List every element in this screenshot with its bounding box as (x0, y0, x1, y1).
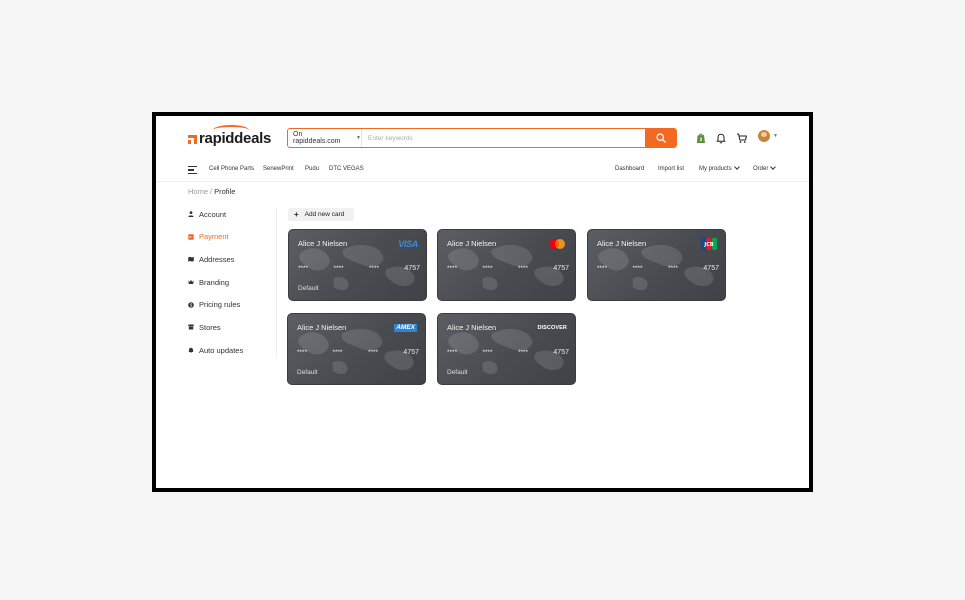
card-number: **** **** **** 4757 (597, 265, 719, 272)
sidebar-item-account[interactable]: Account (188, 208, 273, 220)
cart-icon[interactable] (736, 132, 748, 144)
device-frame: rapiddeals On rapiddeals.com▼ ▼ (152, 112, 813, 492)
card-holder-name: Alice J Nielsen (298, 239, 348, 248)
logo[interactable]: rapiddeals (188, 125, 271, 147)
top-header: rapiddeals On rapiddeals.com▼ ▼ (156, 116, 809, 160)
card-holder-name: Alice J Nielsen (297, 323, 347, 332)
payment-card[interactable]: Alice J Nielsen DISCOVER **** **** **** 475… (437, 313, 576, 385)
card-holder-name: Alice J Nielsen (447, 323, 497, 332)
user-icon (188, 211, 194, 217)
sidebar-item-addresses[interactable]: Addresses (188, 253, 273, 265)
breadcrumb: Home / Profile (188, 187, 235, 196)
search-input[interactable] (362, 129, 645, 147)
default-label: Default (298, 285, 319, 292)
caret-down-icon: ▼ (356, 135, 361, 141)
jcb-logo-icon: JCB (691, 238, 717, 250)
chevron-down-icon (733, 164, 740, 170)
map-icon (188, 257, 194, 262)
logo-mark-icon (188, 135, 197, 144)
card-number: **** **** **** 4757 (447, 349, 569, 356)
sidebar-item-branding[interactable]: Branding (188, 276, 273, 288)
sidebar-item-pricing-rules[interactable]: $ Pricing rules (188, 299, 273, 311)
breadcrumb-separator: / (210, 187, 213, 196)
breadcrumb-current: Profile (214, 187, 236, 196)
card-number: **** **** **** 4757 (298, 265, 420, 272)
search-bar: On rapiddeals.com ▼ (287, 128, 677, 148)
shopify-icon[interactable] (695, 132, 707, 144)
card-holder-name: Alice J Nielsen (597, 239, 647, 248)
add-new-card-button[interactable]: + Add new card (288, 208, 354, 221)
payment-card[interactable]: Alice J Nielsen VISA **** **** **** 4757 De… (288, 229, 427, 301)
nav-link-import-list[interactable]: Import list (658, 166, 684, 172)
nav-link-order[interactable]: Order (753, 164, 777, 172)
amex-logo-icon: AMEX (394, 324, 417, 332)
search-button[interactable] (645, 129, 676, 147)
payment-icon (188, 233, 194, 240)
card-number: **** **** **** 4757 (447, 265, 569, 272)
nav-bar: Cell Phone Parts SenewPrint Pudu DTC VEG… (156, 160, 809, 182)
default-label: Default (447, 369, 468, 376)
nav-link-dtc-vegas[interactable]: DTC VEGAS (329, 166, 364, 172)
payment-card[interactable]: Alice J Nielsen AMEX **** **** **** 4757 De… (287, 313, 426, 385)
nav-link-cell-phone-parts[interactable]: Cell Phone Parts (209, 166, 254, 172)
nav-link-my-products[interactable]: My products (699, 164, 740, 172)
nav-link-dashboard[interactable]: Dashboard (615, 166, 644, 172)
default-label: Default (297, 369, 318, 376)
plus-icon: + (294, 210, 299, 219)
sidebar-item-payment[interactable]: Payment (188, 231, 273, 243)
search-scope-select[interactable]: On rapiddeals.com ▼ (288, 129, 362, 147)
hamburger-menu-icon[interactable] (188, 166, 197, 174)
app-window: rapiddeals On rapiddeals.com▼ ▼ (156, 116, 809, 488)
svg-text:JCB: JCB (703, 242, 714, 248)
payment-card[interactable]: Alice J Nielsen JCB **** **** **** 4757 (587, 229, 726, 301)
bell-icon (188, 347, 194, 354)
card-number: **** **** **** 4757 (297, 349, 419, 356)
svg-text:$: $ (190, 302, 193, 308)
nav-link-pudu[interactable]: Pudu (305, 166, 319, 172)
user-menu[interactable]: ▼ (758, 130, 778, 142)
breadcrumb-home[interactable]: Home (188, 187, 208, 196)
avatar (758, 130, 770, 142)
store-icon (188, 324, 194, 330)
crown-icon (188, 279, 194, 285)
search-icon (655, 133, 666, 143)
sidebar-item-stores[interactable]: Stores (188, 321, 273, 333)
caret-down-icon: ▼ (773, 133, 778, 139)
discover-logo-icon: DISCOVER (537, 325, 567, 331)
bell-icon[interactable] (715, 132, 727, 144)
visa-logo-icon: VISA (398, 239, 418, 249)
sidebar-divider (276, 208, 277, 358)
mastercard-logo-icon (541, 238, 567, 250)
logo-text: rapiddeals (199, 125, 271, 147)
profile-sidebar: Account Payment Addresses Branding $ Pri… (188, 208, 273, 367)
card-holder-name: Alice J Nielsen (447, 239, 497, 248)
payment-card[interactable]: Alice J Nielsen **** **** **** 4757 (437, 229, 576, 301)
chevron-down-icon (770, 164, 777, 170)
nav-link-senewprint[interactable]: SenewPrint (263, 166, 294, 172)
sidebar-item-auto-updates[interactable]: Auto updates (188, 344, 273, 356)
dollar-icon: $ (188, 301, 194, 308)
